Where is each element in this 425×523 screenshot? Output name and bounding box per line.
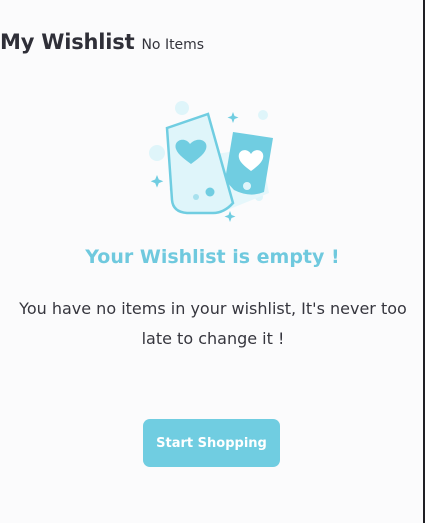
wishlist-tags-icon bbox=[149, 101, 273, 222]
wishlist-header: My Wishlist No Items bbox=[0, 30, 204, 64]
start-shopping-button[interactable]: Start Shopping bbox=[143, 419, 280, 467]
front-tag bbox=[165, 112, 235, 215]
empty-state-message: You have no items in your wishlist, It's… bbox=[19, 299, 407, 348]
empty-state-title: Your Wishlist is empty ! bbox=[85, 246, 340, 268]
page-title: My Wishlist bbox=[0, 30, 135, 54]
item-count: No Items bbox=[141, 37, 205, 53]
